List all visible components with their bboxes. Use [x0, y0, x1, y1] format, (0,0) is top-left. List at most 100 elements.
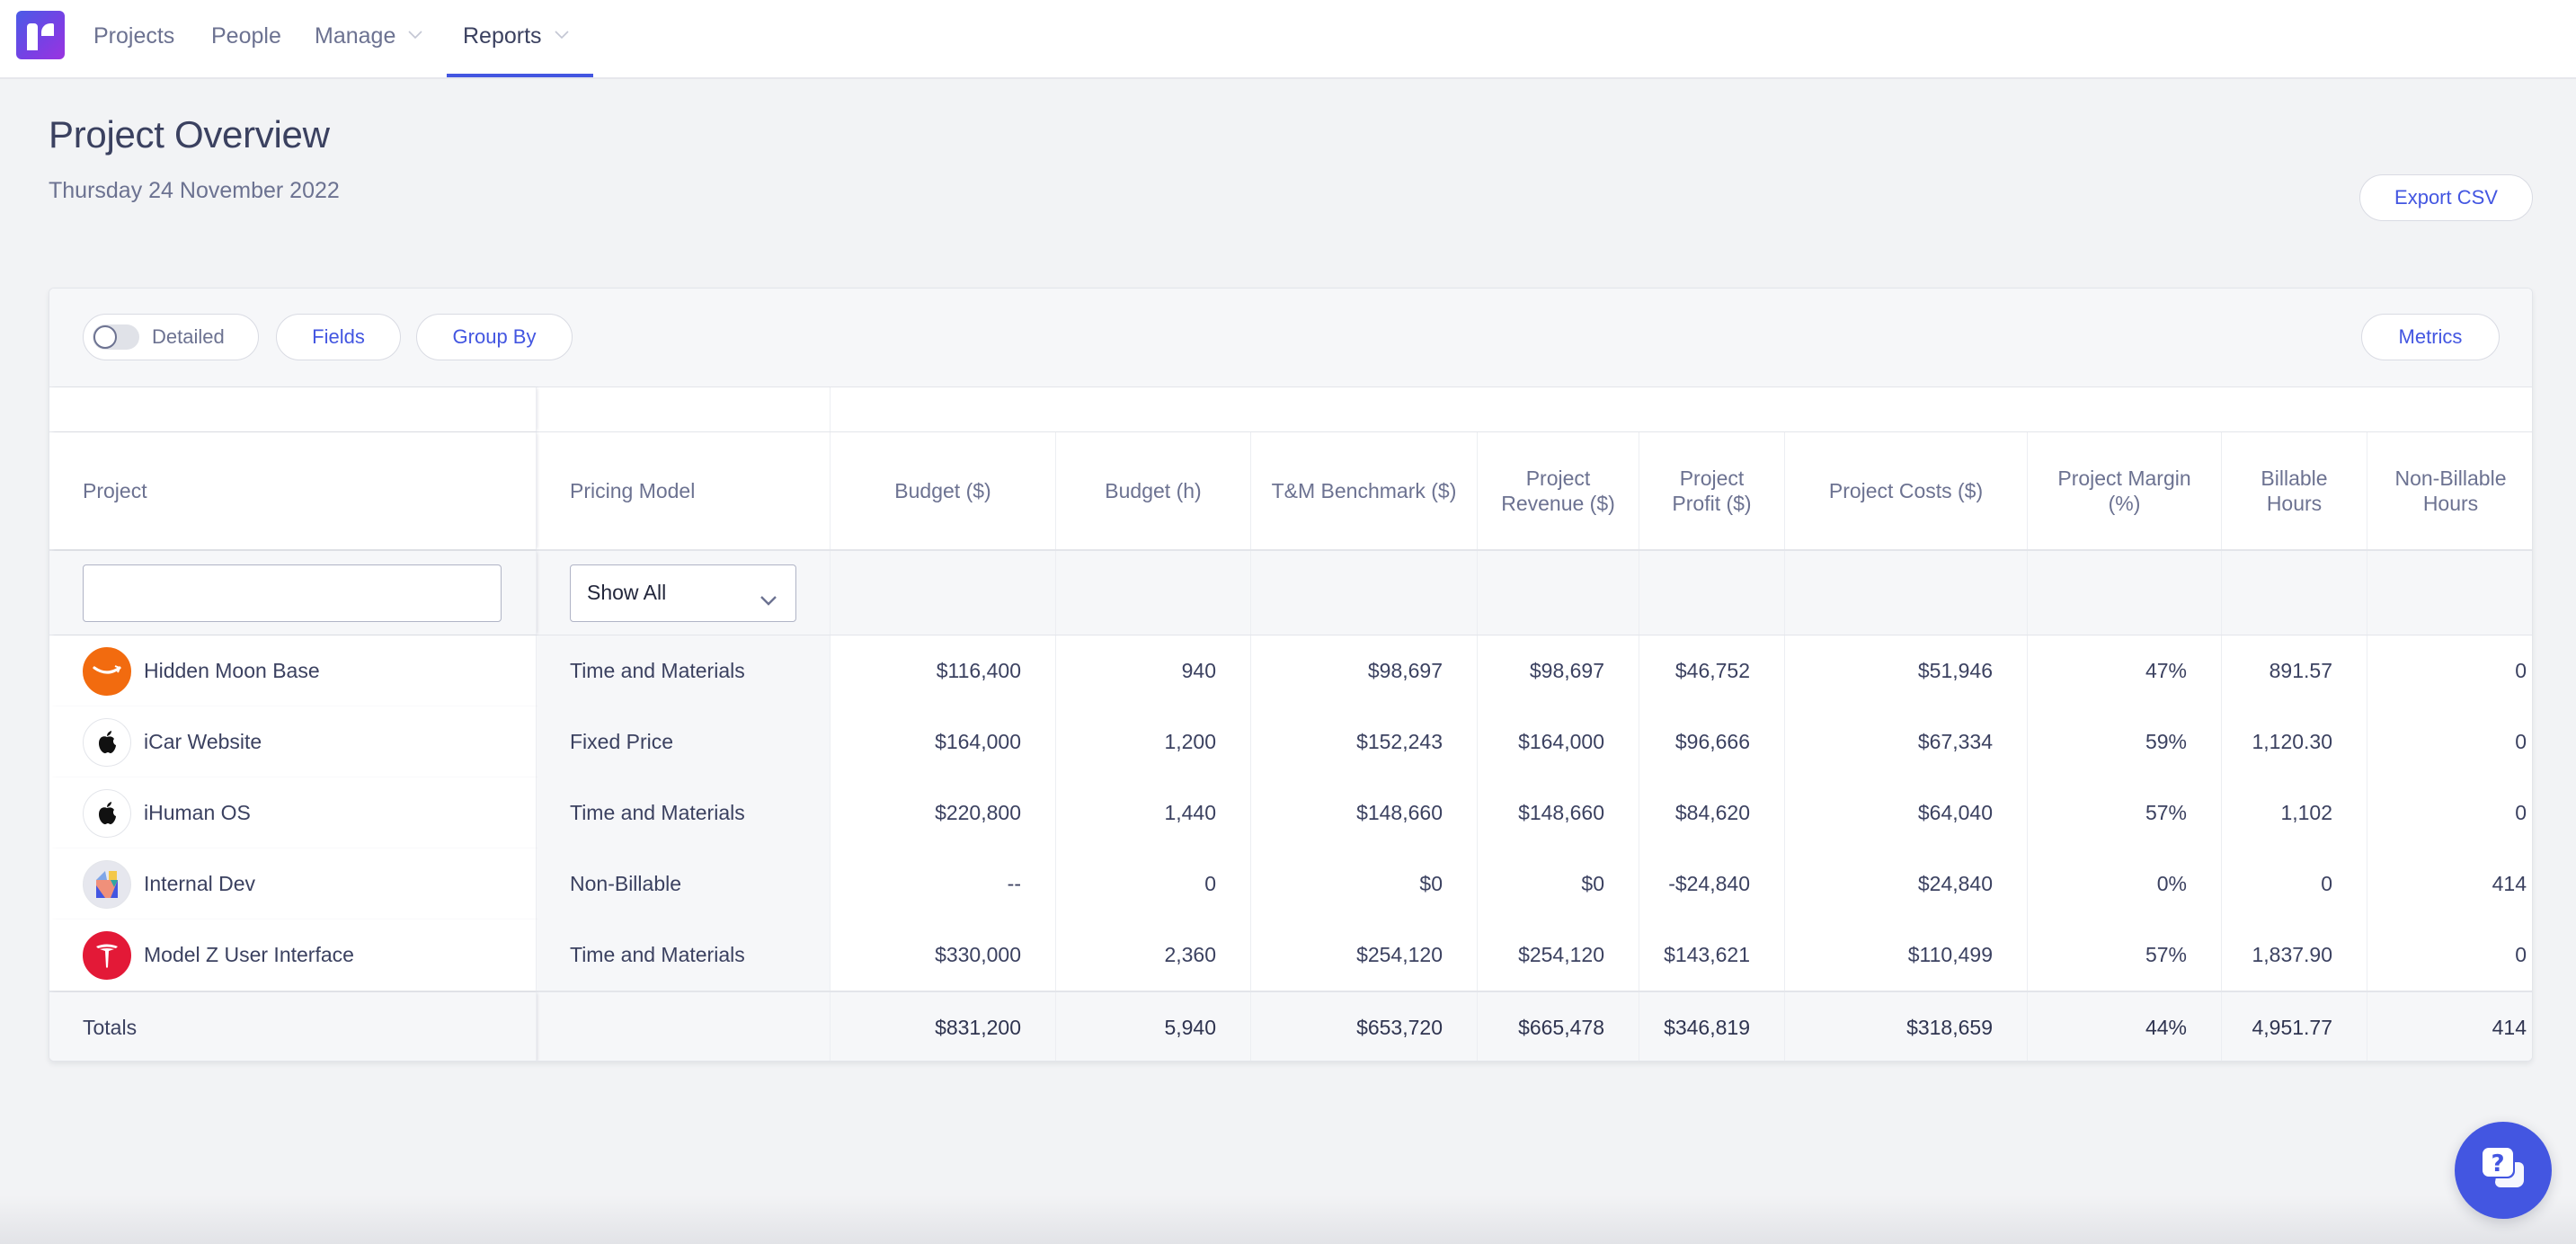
column-header-project[interactable]: Project [49, 432, 536, 549]
table-filter-row: Show All [49, 551, 2532, 635]
column-header-project-costs[interactable]: Project Costs ($) [1784, 432, 2027, 549]
project-cell[interactable]: Internal Dev [49, 849, 536, 920]
cell-budget-dollars: $330,000 [830, 920, 1055, 991]
table-header-row: Project Pricing Model Budget ($) Budget (h)… [49, 432, 2532, 551]
column-header-label: Project Profit ($) [1672, 466, 1752, 515]
top-navigation: Projects People Manage Reports [0, 0, 2576, 79]
cell-project-costs: $51,946 [1784, 635, 2027, 706]
column-header-project-margin[interactable]: Project Margin (%) [2027, 432, 2221, 549]
cell-billable-hours: 1,102 [2221, 778, 2367, 849]
column-header-label: Project Margin (%) [2057, 466, 2191, 515]
cell-project-profit: $143,621 [1639, 920, 1784, 991]
cell-budget-dollars: $164,000 [830, 706, 1055, 778]
filter-cell-tm-benchmark [1250, 551, 1477, 635]
cell-project-costs: $24,840 [1784, 849, 2027, 920]
nav-projects[interactable]: Projects [93, 0, 174, 79]
table-group-header-row [49, 387, 2532, 432]
cell-billable-hours: 0 [2221, 849, 2367, 920]
pricing-model-cell: Time and Materials [536, 778, 830, 849]
pricing-model-value: Non-Billable [570, 872, 682, 895]
project-search-input[interactable] [83, 564, 502, 622]
project-name[interactable]: Model Z User Interface [144, 943, 354, 967]
cell-project-margin: 57% [2027, 778, 2221, 849]
pricing-model-select-value: Show All [587, 581, 667, 604]
project-cell[interactable]: Model Z User Interface [49, 920, 536, 991]
project-name[interactable]: Internal Dev [144, 872, 255, 896]
table-row[interactable]: Model Z User Interface Time and Materials… [49, 920, 2532, 991]
column-header-billable-hours[interactable]: Billable Hours [2221, 432, 2367, 549]
cell-budget-hours: 0 [1055, 849, 1250, 920]
apple-logo-icon [83, 717, 144, 767]
help-chat-icon: ? [2477, 1142, 2529, 1199]
total-project-costs: $318,659 [1784, 992, 2027, 1061]
column-header-project-profit[interactable]: Project Profit ($) [1639, 432, 1784, 549]
filter-cell-budget-hours [1055, 551, 1250, 635]
cell-budget-dollars: $116,400 [830, 635, 1055, 706]
chevron-down-icon [408, 0, 422, 40]
nav-manage[interactable]: Manage [315, 0, 422, 79]
project-cell[interactable]: iCar Website [49, 706, 536, 778]
filter-cell-non-billable-hours [2367, 551, 2532, 635]
cell-budget-hours: 940 [1055, 635, 1250, 706]
filter-cell-project-costs [1784, 551, 2027, 635]
pricing-model-select[interactable]: Show All [570, 564, 796, 622]
column-header-label: Project [83, 479, 147, 502]
nav-projects-label: Projects [93, 23, 175, 49]
app-logo-icon[interactable] [16, 11, 65, 59]
column-header-project-revenue[interactable]: Project Revenue ($) [1477, 432, 1639, 549]
cell-billable-hours: 1,120.30 [2221, 706, 2367, 778]
column-header-budget-dollars[interactable]: Budget ($) [830, 432, 1055, 549]
cell-project-costs: $110,499 [1784, 920, 2027, 991]
bottom-fade [0, 1195, 2576, 1244]
project-cell[interactable]: Hidden Moon Base [49, 635, 536, 706]
filter-cell-budget-dollars [830, 551, 1055, 635]
table-row[interactable]: iHuman OS Time and Materials $220,800 1,440… [49, 778, 2532, 849]
detailed-toggle-button[interactable]: Detailed [83, 314, 259, 360]
pricing-model-value: Fixed Price [570, 730, 674, 753]
cell-budget-dollars: -- [830, 849, 1055, 920]
table-row[interactable]: Internal Dev Non-Billable -- 0 $0 $0 -$24,840 $… [49, 849, 2532, 920]
group-by-button[interactable]: Group By [416, 314, 573, 360]
metrics-button[interactable]: Metrics [2361, 314, 2500, 360]
cell-project-revenue: $0 [1477, 849, 1639, 920]
project-name[interactable]: Hidden Moon Base [144, 659, 320, 683]
cell-non-billable-hours: 0 [2367, 706, 2532, 778]
column-header-pricing-model[interactable]: Pricing Model [536, 432, 830, 549]
pricing-model-cell: Time and Materials [536, 920, 830, 991]
fields-button[interactable]: Fields [276, 314, 401, 360]
total-billable-hours: 4,951.77 [2221, 992, 2367, 1061]
total-budget-dollars: $831,200 [830, 992, 1055, 1061]
export-csv-button[interactable]: Export CSV [2359, 174, 2533, 221]
pricing-model-value: Time and Materials [570, 801, 745, 824]
total-project-revenue: $665,478 [1477, 992, 1639, 1061]
cell-tm-benchmark: $0 [1250, 849, 1477, 920]
project-cell[interactable]: iHuman OS [49, 778, 536, 849]
pricing-model-value: Time and Materials [570, 943, 745, 966]
cell-project-revenue: $98,697 [1477, 635, 1639, 706]
detailed-toggle-switch[interactable] [93, 324, 139, 350]
cell-billable-hours: 891.57 [2221, 635, 2367, 706]
pricing-model-cell: Fixed Price [536, 706, 830, 778]
table-row[interactable]: Hidden Moon Base Time and Materials $116,4… [49, 635, 2532, 706]
column-header-non-billable-hours[interactable]: Non-Billable Hours [2367, 432, 2532, 549]
cell-tm-benchmark: $254,120 [1250, 920, 1477, 991]
column-header-label: T&M Benchmark ($) [1271, 479, 1457, 502]
column-header-budget-hours[interactable]: Budget (h) [1055, 432, 1250, 549]
column-header-tm-benchmark[interactable]: T&M Benchmark ($) [1250, 432, 1477, 549]
cell-tm-benchmark: $148,660 [1250, 778, 1477, 849]
cell-billable-hours: 1,837.90 [2221, 920, 2367, 991]
help-chat-button[interactable]: ? [2455, 1122, 2552, 1219]
table-totals-row: Totals $831,200 5,940 $653,720 $665,478 $346,… [49, 991, 2532, 1061]
filter-cell-project-margin [2027, 551, 2221, 635]
chevron-down-icon [759, 587, 777, 611]
column-header-label: Budget ($) [894, 479, 991, 502]
project-name[interactable]: iCar Website [144, 730, 262, 754]
column-header-label: Non-Billable Hours [2394, 466, 2507, 515]
table-row[interactable]: iCar Website Fixed Price $164,000 1,200 $152… [49, 706, 2532, 778]
nav-reports[interactable]: Reports [463, 0, 569, 79]
page-title: Project Overview [49, 113, 330, 156]
project-filter-cell [49, 551, 536, 635]
cell-budget-hours: 1,440 [1055, 778, 1250, 849]
project-name[interactable]: iHuman OS [144, 801, 251, 825]
nav-people[interactable]: People [211, 0, 281, 79]
